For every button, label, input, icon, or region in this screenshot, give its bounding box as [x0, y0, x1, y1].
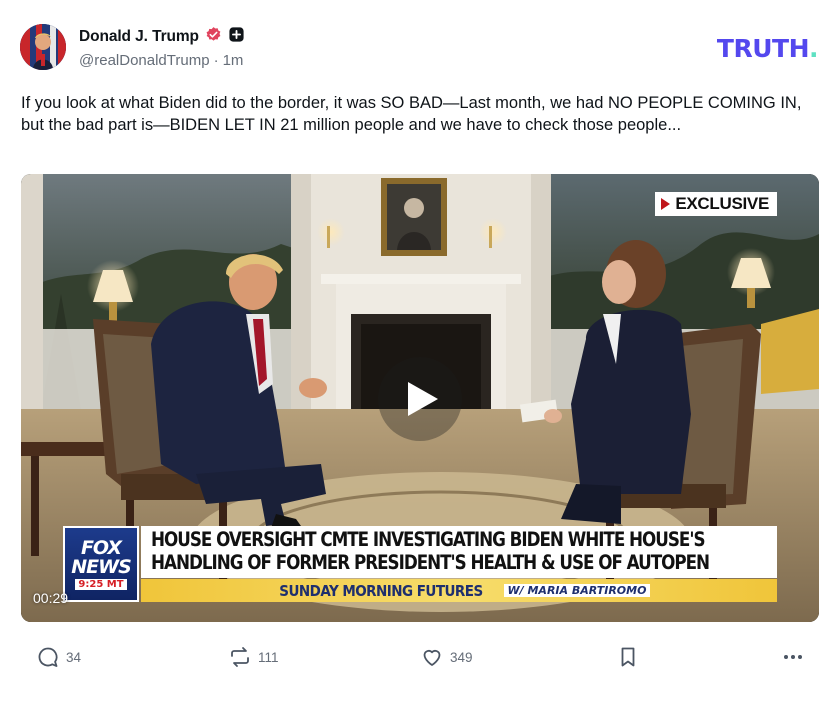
play-button[interactable] — [378, 357, 462, 441]
retruth-button[interactable]: 111 — [228, 645, 279, 669]
author-handle[interactable]: @realDonaldTrump — [79, 52, 210, 69]
post-actions: 34 111 349 — [36, 645, 811, 671]
fox-news-logo: FOX NEWS 9:25 MT — [63, 526, 139, 602]
separator: · — [213, 52, 219, 69]
retruth-count: 111 — [258, 649, 279, 665]
logo-dot: . — [809, 34, 819, 63]
more-icon — [781, 645, 805, 669]
exclusive-arrow-icon — [661, 198, 671, 210]
show-name: SUNDAY MORNING FUTURES — [278, 581, 483, 600]
retruth-icon — [228, 645, 252, 669]
more-button[interactable] — [781, 645, 805, 669]
exclusive-badge: EXCLUSIVE — [655, 192, 777, 216]
bookmark-icon — [616, 645, 640, 669]
like-button[interactable]: 349 — [420, 645, 473, 669]
truth-logo[interactable]: TRUTH. — [716, 34, 819, 63]
network-logo-line1: FOX — [80, 536, 122, 559]
post-header: Donald J. Trump @realDonaldTrump · 1m TR… — [20, 24, 820, 74]
reply-count: 34 — [66, 649, 82, 665]
post-time[interactable]: 1m — [223, 52, 244, 69]
logo-text: TRUTH — [716, 34, 810, 63]
author-handle-row: @realDonaldTrump · 1m — [79, 52, 243, 69]
play-icon — [408, 382, 438, 416]
exclusive-label: EXCLUSIVE — [675, 194, 769, 213]
show-host: W/ MARIA BARTIROMO — [503, 584, 651, 597]
verified-badge-icon — [205, 26, 222, 48]
author-name-row: Donald J. Trump — [79, 26, 245, 48]
network-logo-line2: NEWS — [71, 555, 132, 578]
video-player[interactable]: EXCLUSIVE FOX NEWS 9:25 MT HOUSE OVERSIG… — [21, 174, 819, 622]
post-text: If you look at what Biden did to the bor… — [21, 94, 802, 134]
chyron-line-1: HOUSE OVERSIGHT CMTE INVESTIGATING BIDEN… — [151, 528, 706, 551]
bookmark-button[interactable] — [616, 645, 640, 669]
like-count: 349 — [450, 649, 473, 665]
show-name-bar: SUNDAY MORNING FUTURES W/ MARIA BARTIROM… — [141, 579, 777, 602]
video-duration: 00:29 — [33, 590, 69, 606]
plus-badge-icon — [228, 26, 245, 48]
reply-button[interactable]: 34 — [36, 645, 81, 669]
chyron-headline-box: HOUSE OVERSIGHT CMTE INVESTIGATING BIDEN… — [141, 526, 777, 578]
network-time: 9:25 MT — [75, 578, 127, 590]
heart-icon — [420, 645, 444, 669]
news-chyron: FOX NEWS 9:25 MT HOUSE OVERSIGHT CMTE IN… — [63, 526, 777, 602]
comment-icon — [36, 645, 60, 669]
avatar[interactable] — [20, 24, 66, 70]
chyron-line-2: HANDLING OF FORMER PRESIDENT'S HEALTH & … — [151, 551, 710, 574]
author-display-name[interactable]: Donald J. Trump — [79, 28, 199, 46]
